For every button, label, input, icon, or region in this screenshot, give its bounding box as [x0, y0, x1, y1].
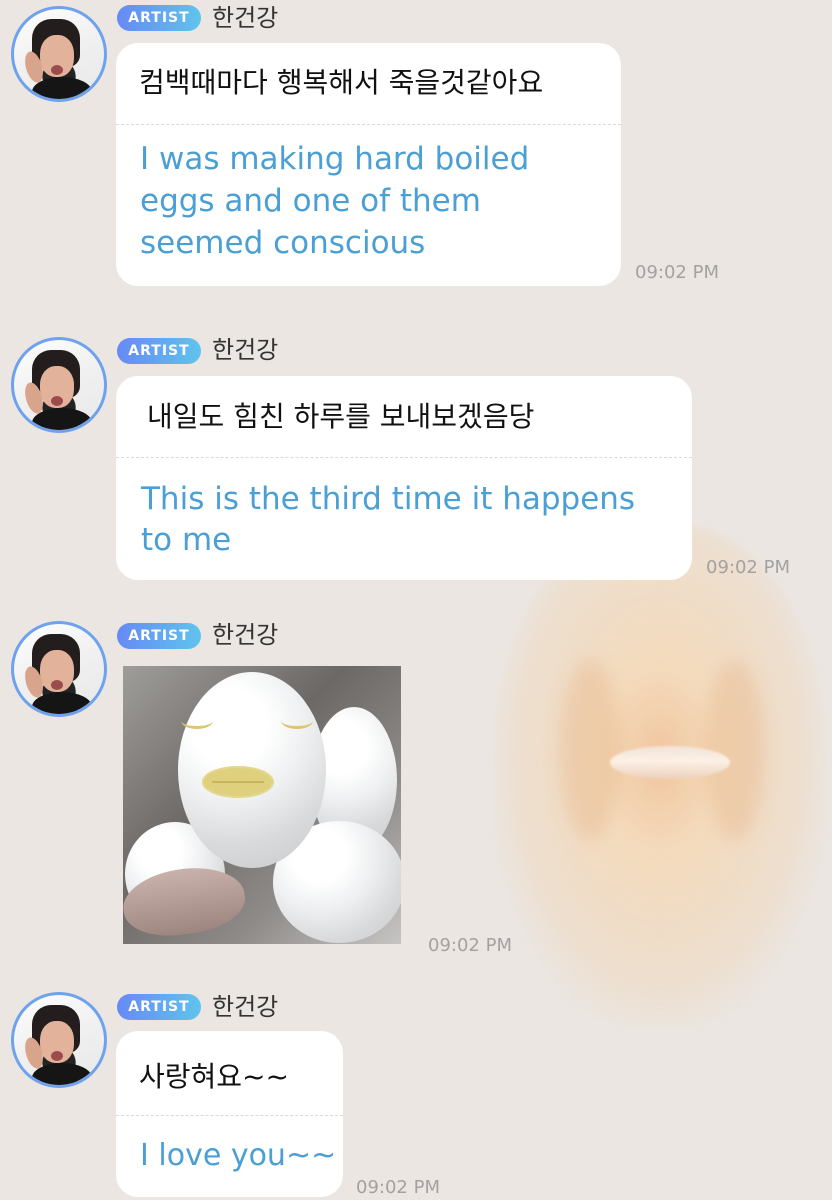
message-bubble[interactable]: 컴백때마다 행복해서 죽을것같아요 I was making hard boil…: [116, 43, 621, 286]
sender-name[interactable]: 한건강: [212, 335, 278, 365]
original-message: 내일도 힘친 하루를 보내보겠음당: [147, 400, 535, 433]
avatar-mouth: [51, 396, 63, 406]
artist-badge: ARTIST: [117, 994, 201, 1020]
avatar-shirt: [32, 77, 92, 99]
avatar-shirt: [32, 692, 92, 714]
message-bubble[interactable]: 내일도 힘친 하루를 보내보겠음당 This is the third time…: [116, 376, 692, 580]
message-timestamp: 09:02 PM: [635, 262, 719, 283]
blurred-face-shadow: [705, 660, 765, 840]
original-message: 컴백때마다 행복해서 죽을것같아요: [139, 66, 544, 99]
chat-thread: ARTIST 한건강 컴백때마다 행복해서 죽을것같아요 I was makin…: [0, 0, 832, 1200]
avatar[interactable]: [11, 992, 107, 1088]
avatar-shirt: [32, 408, 92, 430]
translation-line: eggs and one of them: [140, 183, 481, 219]
egg-face-photo[interactable]: [123, 666, 401, 944]
original-message: 사랑혀요~~: [139, 1060, 289, 1093]
translation-divider: [116, 1115, 343, 1116]
avatar-shirt: [32, 1063, 92, 1085]
message-bubble[interactable]: 사랑혀요~~ I love you~~: [116, 1031, 343, 1197]
avatar[interactable]: [11, 337, 107, 433]
message-timestamp: 09:02 PM: [706, 557, 790, 578]
translation-line: I love you~~: [140, 1138, 337, 1173]
avatar-mouth: [51, 65, 63, 75]
artist-badge: ARTIST: [117, 338, 201, 364]
translation-line: seemed conscious: [140, 225, 426, 261]
blurred-face-mouth: [610, 746, 730, 779]
egg-mouth: [202, 766, 274, 798]
sender-name[interactable]: 한건강: [212, 992, 278, 1022]
blurred-face-shadow: [560, 660, 620, 840]
translation-divider: [116, 124, 621, 125]
avatar-mouth: [51, 1051, 63, 1061]
avatar[interactable]: [11, 6, 107, 102]
egg-eye: [181, 713, 213, 729]
artist-badge: ARTIST: [117, 5, 201, 31]
artist-badge: ARTIST: [117, 623, 201, 649]
avatar[interactable]: [11, 621, 107, 717]
translation-line: to me: [141, 522, 232, 558]
translation-line: I was making hard boiled: [140, 141, 530, 177]
avatar-mouth: [51, 680, 63, 690]
egg-eye: [281, 713, 313, 729]
message-timestamp: 09:02 PM: [356, 1177, 440, 1198]
sender-name[interactable]: 한건강: [212, 3, 278, 33]
translation-divider: [116, 457, 692, 458]
message-timestamp: 09:02 PM: [428, 935, 512, 956]
sender-name[interactable]: 한건강: [212, 620, 278, 650]
translation-line: This is the third time it happens: [141, 481, 636, 517]
